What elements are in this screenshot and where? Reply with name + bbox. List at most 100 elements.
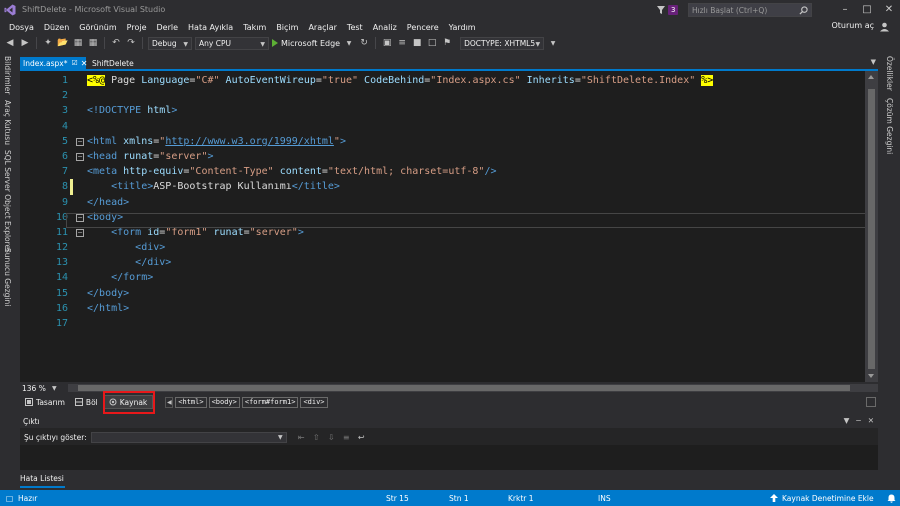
- comment-icon[interactable]: ■: [411, 37, 423, 49]
- notification-bell-icon[interactable]: [887, 494, 896, 503]
- chevron-left-icon[interactable]: ◀: [165, 396, 174, 408]
- word-wrap-icon[interactable]: ↩: [357, 433, 366, 442]
- chevron-down-icon[interactable]: ▼: [871, 58, 876, 66]
- menu-view[interactable]: Görünüm: [74, 23, 121, 32]
- menu-bar: Dosya Düzen Görünüm Proje Derle Hata Ayı…: [0, 20, 900, 34]
- sign-in-link[interactable]: Oturum aç: [832, 21, 875, 30]
- undo-icon[interactable]: ↶: [110, 37, 122, 49]
- new-project-icon[interactable]: ✦: [42, 37, 54, 49]
- back-icon[interactable]: ◀: [4, 37, 16, 49]
- menu-help[interactable]: Yardım: [444, 23, 481, 32]
- code-line[interactable]: 4: [20, 119, 865, 134]
- code-line[interactable]: 1 <%@ Page Language="C#" AutoEventWireup=…: [20, 73, 865, 88]
- format-icon[interactable]: ≡: [396, 37, 408, 49]
- user-icon[interactable]: [879, 21, 890, 32]
- clear-all-icon[interactable]: ≡: [342, 433, 351, 442]
- save-icon[interactable]: ▦: [72, 37, 84, 49]
- horizontal-scrollbar[interactable]: [68, 384, 878, 392]
- menu-window[interactable]: Pencere: [402, 23, 444, 32]
- browser-link-icon[interactable]: ▣: [381, 37, 393, 49]
- chevron-down-icon[interactable]: ▼: [844, 416, 850, 425]
- refresh-icon[interactable]: ↻: [358, 37, 370, 49]
- code-line[interactable]: 17: [20, 316, 865, 331]
- menu-debug[interactable]: Hata Ayıkla: [183, 23, 238, 32]
- code-line[interactable]: 5− <html xmlns="http://www.w3.org/1999/xh…: [20, 134, 865, 149]
- zoom-level[interactable]: 136 %: [22, 384, 46, 393]
- bookmark-icon[interactable]: ⚑: [441, 37, 453, 49]
- maximize-icon[interactable]: □: [860, 2, 874, 16]
- code-line[interactable]: 2: [20, 88, 865, 103]
- code-line[interactable]: 8 <title>ASP-Bootstrap Kullanımı</title>: [20, 179, 865, 195]
- toolbar-overflow-icon[interactable]: ▼: [547, 37, 559, 49]
- vertical-scrollbar[interactable]: [865, 71, 878, 382]
- pin-icon[interactable]: ☑: [71, 59, 77, 67]
- output-source-select[interactable]: ▼: [90, 431, 287, 443]
- doctype-select[interactable]: DOCTYPE: XHTML5 ▼: [460, 36, 545, 50]
- code-line[interactable]: 6− <head runat="server">: [20, 149, 865, 164]
- menu-file[interactable]: Dosya: [4, 23, 39, 32]
- code-line[interactable]: 3 <!DOCTYPE html>: [20, 103, 865, 118]
- server-explorer-tab[interactable]: Sunucu Gezgini: [3, 248, 12, 306]
- find-message-icon[interactable]: ⇤: [297, 433, 306, 442]
- pin-icon[interactable]: −: [855, 416, 861, 425]
- sql-server-object-explorer-tab[interactable]: SQL Server Object Explorer: [3, 150, 12, 252]
- chevron-down-icon[interactable]: ▼: [52, 385, 57, 392]
- code-line[interactable]: 16 </html>: [20, 301, 865, 316]
- chevron-right-icon[interactable]: [866, 397, 876, 407]
- menu-analyze[interactable]: Analiz: [368, 23, 402, 32]
- close-icon[interactable]: ✕: [882, 2, 896, 16]
- tab-shiftdelete[interactable]: ShiftDelete: [92, 57, 134, 69]
- menu-project[interactable]: Proje: [122, 23, 152, 32]
- notifications[interactable]: 3: [656, 3, 679, 17]
- output-text-area[interactable]: [20, 445, 878, 470]
- open-file-icon[interactable]: 📂: [57, 37, 69, 49]
- notifications-tab[interactable]: Bildirimler: [3, 56, 12, 94]
- breadcrumb-item[interactable]: <body>: [208, 396, 240, 408]
- collapse-icon[interactable]: −: [76, 137, 84, 146]
- redo-icon[interactable]: ↷: [125, 37, 137, 49]
- breadcrumb-item[interactable]: <div>: [300, 396, 328, 408]
- scroll-thumb[interactable]: [868, 89, 875, 369]
- code-line[interactable]: 7 <meta http-equiv="Content-Type" content…: [20, 164, 865, 179]
- code-line[interactable]: 9 </head>: [20, 195, 865, 210]
- tab-index-aspx[interactable]: Index.aspx* ☑ ✕: [20, 57, 88, 69]
- previous-message-icon[interactable]: ⇧: [312, 433, 321, 442]
- code-line[interactable]: 13 </div>: [20, 255, 865, 270]
- close-icon[interactable]: ✕: [868, 416, 874, 425]
- breadcrumb-item[interactable]: <html>: [175, 396, 207, 408]
- menu-team[interactable]: Takım: [238, 23, 271, 32]
- uncomment-icon[interactable]: □: [426, 37, 438, 49]
- quick-launch-input[interactable]: Hızlı Başlat (Ctrl+Q): [688, 3, 812, 17]
- code-token[interactable]: http://www.w3.org/1999/xhtml: [165, 136, 334, 147]
- chevron-down-icon[interactable]: ▼: [343, 37, 355, 49]
- menu-edit[interactable]: Düzen: [39, 23, 74, 32]
- minimize-icon[interactable]: –: [838, 2, 852, 16]
- code-line[interactable]: 12 <div>: [20, 240, 865, 255]
- platform-select[interactable]: Any CPU ▼: [195, 36, 269, 50]
- configuration-select[interactable]: Debug ▼: [148, 36, 192, 50]
- tab-error-list[interactable]: Hata Listesi: [20, 474, 64, 486]
- toolbox-tab[interactable]: Araç Kutusu: [3, 100, 12, 145]
- start-debugging-button[interactable]: Microsoft Edge ▼: [272, 37, 355, 49]
- scroll-down-icon[interactable]: [868, 374, 874, 378]
- split-view-button[interactable]: Böl: [70, 395, 103, 409]
- code-line[interactable]: 15 </body>: [20, 286, 865, 301]
- properties-tab[interactable]: Özellikler: [885, 56, 894, 91]
- menu-test[interactable]: Test: [342, 23, 368, 32]
- collapse-icon[interactable]: −: [76, 228, 84, 237]
- close-icon[interactable]: ✕: [81, 59, 88, 68]
- collapse-icon[interactable]: −: [76, 152, 84, 161]
- save-all-icon[interactable]: ▦: [87, 37, 99, 49]
- menu-tools[interactable]: Araçlar: [303, 23, 341, 32]
- scroll-thumb[interactable]: [78, 385, 850, 391]
- design-view-button[interactable]: Tasarım: [20, 395, 70, 409]
- next-message-icon[interactable]: ⇩: [327, 433, 336, 442]
- menu-format[interactable]: Biçim: [271, 23, 303, 32]
- menu-build[interactable]: Derle: [152, 23, 184, 32]
- code-line[interactable]: 14 </form>: [20, 270, 865, 285]
- scroll-up-icon[interactable]: [868, 75, 874, 79]
- forward-icon[interactable]: ▶: [19, 37, 31, 49]
- breadcrumb-item[interactable]: <form#form1>: [241, 396, 299, 408]
- solution-explorer-tab[interactable]: Çözüm Gezgini: [885, 98, 894, 154]
- add-to-source-control-button[interactable]: Kaynak Denetimine Ekle: [782, 494, 874, 503]
